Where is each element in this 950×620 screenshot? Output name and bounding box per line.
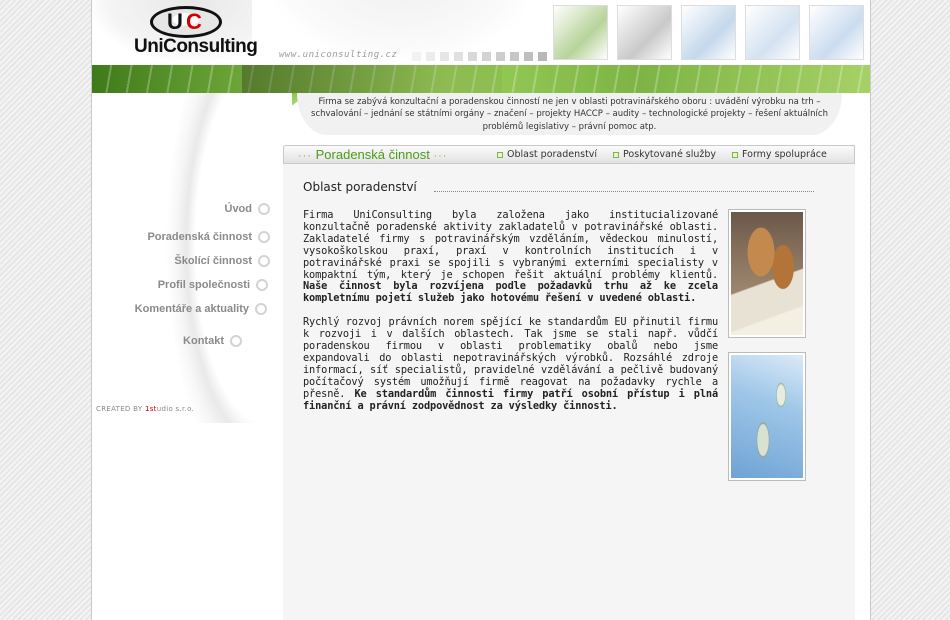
nav-item-label: Školící činnost — [174, 255, 252, 267]
nav-item-kontakt[interactable]: Kontakt — [183, 335, 242, 347]
logo-mark: U C — [150, 6, 222, 38]
nav-item-poradenska-cinnost[interactable]: Poradenská činnost — [147, 231, 270, 243]
tab-active-label: Poradenská činnost — [315, 147, 430, 162]
nav-item-label: Profil společnosti — [157, 279, 250, 291]
created-by-credit[interactable]: CREATED BY 1studio s.r.o. — [96, 405, 194, 413]
tab-link-label: Poskytované služby — [623, 149, 717, 160]
header-thumbnails — [553, 5, 864, 60]
tab-oblast-poradenstvi[interactable]: Oblast poradenství — [497, 149, 597, 160]
thumb-blue-1 — [681, 5, 736, 60]
intro-text: Firma se zabývá konzultační a poradensko… — [297, 93, 842, 135]
header-dot — [426, 52, 435, 61]
photo-bread-cheese — [728, 209, 806, 338]
ring-icon — [256, 279, 268, 291]
tab-link-label: Oblast poradenství — [507, 149, 598, 160]
square-bullet-icon — [732, 151, 738, 158]
nav-item-label: Kontakt — [183, 335, 224, 347]
nav-item-label: Komentáře a aktuality — [134, 303, 249, 315]
page: U C UniConsulting www.uniconsulting.cz F… — [91, 0, 871, 620]
paragraph-1-text: Firma UniConsulting byla založena jako i… — [303, 209, 718, 281]
ring-icon — [258, 255, 270, 267]
nav-item-komentare-aktuality[interactable]: Komentáře a aktuality — [135, 303, 267, 315]
square-bullet-icon — [497, 151, 503, 158]
tab-poskytovane-sluzby[interactable]: Poskytované služby — [613, 149, 716, 160]
credit-prefix: CREATED BY — [96, 405, 145, 413]
paragraph-1-emphasis: Naše činnost byla rozvíjena podle požada… — [303, 280, 718, 305]
header: U C UniConsulting www.uniconsulting.cz — [92, 0, 870, 65]
header-dot — [454, 52, 463, 61]
header-dot — [538, 52, 547, 61]
paragraph-2-emphasis: Ke standardům činnosti firmy patří osobn… — [303, 387, 718, 412]
nav-item-profil-spolecnosti[interactable]: Profil společnosti — [158, 279, 268, 291]
thumb-hand — [617, 5, 672, 60]
header-dot — [510, 52, 519, 61]
tab-poradenska-cinnost[interactable]: ··· Poradenská činnost ··· — [298, 147, 447, 162]
logo-letter-c: C — [186, 9, 202, 34]
thumb-leaf — [553, 5, 608, 60]
site-url: www.uniconsulting.cz — [279, 50, 398, 60]
header-dot — [496, 52, 505, 61]
photo-bread-cheese-image — [731, 212, 803, 335]
tab-formy-spoluprace[interactable]: Formy spolupráce — [732, 149, 827, 160]
ring-icon — [258, 203, 270, 215]
article-body: Firma UniConsulting byla založena jako i… — [303, 209, 718, 413]
logo-letter-u: U — [167, 9, 183, 34]
ring-icon — [258, 231, 270, 243]
photo-microscope-image — [731, 355, 803, 478]
nav-item-skolici-cinnost[interactable]: Školící činnost — [174, 255, 270, 267]
header-dot — [482, 52, 491, 61]
paragraph-1: Firma UniConsulting byla založena jako i… — [303, 209, 718, 305]
header-dot — [440, 52, 449, 61]
tab-link-label: Formy spolupráce — [742, 149, 827, 160]
section-title: Oblast poradenství — [303, 180, 417, 194]
square-bullet-icon — [613, 151, 619, 158]
section-tabbar: ··· Poradenská činnost ··· Oblast porade… — [283, 145, 855, 164]
ring-icon — [230, 335, 242, 347]
header-dot — [524, 52, 533, 61]
title-dotted-rule — [434, 191, 814, 192]
ring-icon — [255, 303, 267, 315]
paragraph-2: Rychlý rozvoj právních norem spějící ke … — [303, 316, 718, 412]
nav-item-uvod[interactable]: Úvod — [224, 203, 270, 215]
logo[interactable]: U C UniConsulting — [132, 6, 258, 58]
logo-text: UniConsulting — [134, 36, 258, 57]
tab-dots-right: ··· — [433, 150, 448, 162]
credit-brand-highlight: 1st — [144, 405, 157, 413]
header-dots — [412, 52, 547, 61]
thumb-blue-3 — [809, 5, 864, 60]
photo-microscope — [728, 352, 806, 481]
header-dot — [412, 52, 421, 61]
nav-item-label: Poradenská činnost — [147, 231, 252, 243]
header-dot — [468, 52, 477, 61]
thumb-blue-2 — [745, 5, 800, 60]
nav-item-label: Úvod — [224, 203, 253, 215]
credit-brand-rest: udio s.r.o. — [156, 405, 195, 413]
leaf-banner-vein — [242, 65, 502, 93]
tab-dots-left: ··· — [298, 150, 312, 162]
